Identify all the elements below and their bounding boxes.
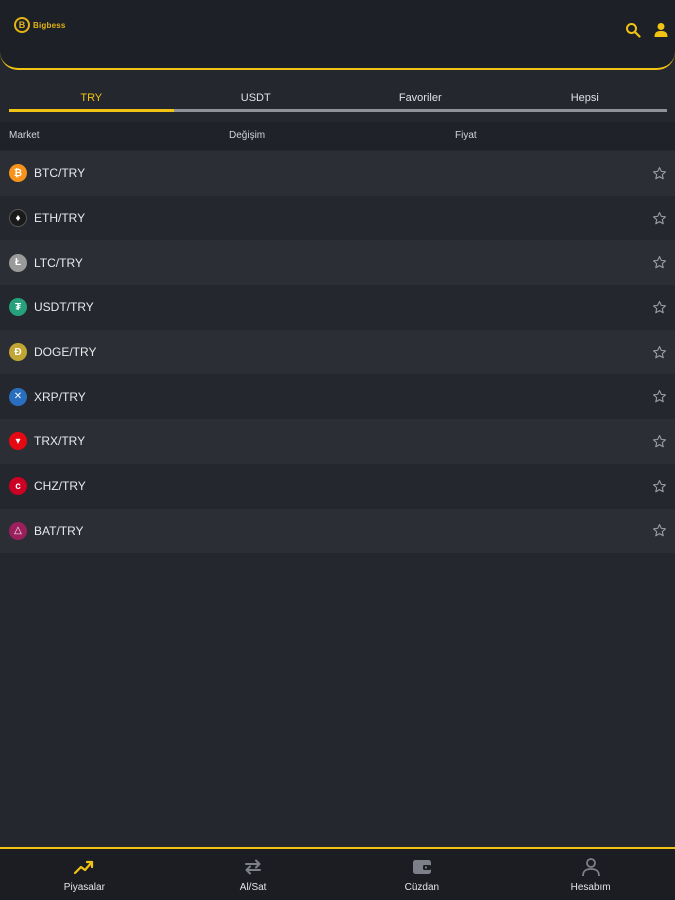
market-tabs: TRY USDT Favoriler Hepsi (9, 86, 667, 112)
trending-up-icon (74, 860, 94, 875)
market-row[interactable]: ✕ XRP/TRY (0, 374, 675, 420)
market-row[interactable]: Ð DOGE/TRY (0, 329, 675, 375)
favorite-star-icon[interactable] (652, 389, 667, 404)
bottom-nav: Piyasalar Al/Sat Cüzdan Hesabım (0, 847, 675, 900)
favorite-star-icon[interactable] (652, 211, 667, 226)
favorite-star-icon[interactable] (652, 434, 667, 449)
market-row[interactable]: △ BAT/TRY (0, 508, 675, 554)
coin-icon: ▾ (9, 432, 27, 451)
favorite-star-icon[interactable] (652, 345, 667, 360)
app-header: B Bigbess (0, 0, 675, 70)
market-list: ₿ BTC/TRY ♦ ETH/TRY Ł LTC/TRY ₮ USDT/TRY Ð DOGE/T… (0, 151, 675, 554)
market-pair: BTC/TRY (34, 166, 86, 181)
column-price[interactable]: Fiyat (455, 130, 477, 141)
favorite-star-icon[interactable] (652, 300, 667, 315)
coin-icon: ✕ (9, 387, 27, 406)
market-pair: BAT/TRY (34, 523, 84, 538)
market-pair: DOGE/TRY (34, 345, 97, 360)
favorite-star-icon[interactable] (652, 166, 667, 181)
wallet-icon (412, 860, 431, 874)
nav-trade[interactable]: Al/Sat (169, 849, 338, 900)
logo-mark: B (14, 17, 30, 33)
coin-icon: Ł (9, 253, 27, 272)
coin-icon: △ (9, 521, 27, 540)
search-icon[interactable] (625, 22, 641, 38)
market-row[interactable]: c CHZ/TRY (0, 463, 675, 509)
coin-icon: c (9, 477, 27, 496)
nav-wallet[interactable]: Cüzdan (338, 849, 507, 900)
tab-usdt[interactable]: USDT (174, 86, 339, 109)
market-row[interactable]: Ł LTC/TRY (0, 240, 675, 286)
nav-account-label: Hesabım (570, 882, 611, 893)
market-row[interactable]: ♦ ETH/TRY (0, 195, 675, 241)
nav-trade-label: Al/Sat (239, 882, 267, 893)
swap-icon (245, 859, 262, 875)
user-icon[interactable] (653, 22, 669, 38)
account-icon (581, 858, 600, 877)
favorite-star-icon[interactable] (652, 255, 667, 270)
tab-favorites[interactable]: Favoriler (338, 86, 503, 109)
market-pair: TRX/TRY (34, 434, 86, 449)
market-row[interactable]: ₿ BTC/TRY (0, 151, 675, 196)
coin-icon: Ð (9, 343, 27, 362)
coin-icon: ♦ (9, 209, 27, 228)
market-pair: USDT/TRY (34, 300, 94, 315)
nav-account[interactable]: Hesabım (506, 849, 675, 900)
column-header: Market Değişim Fiyat (0, 122, 675, 150)
market-row[interactable]: ▾ TRX/TRY (0, 419, 675, 464)
column-market[interactable]: Market (9, 130, 40, 141)
favorite-star-icon[interactable] (652, 479, 667, 494)
market-pair: LTC/TRY (34, 255, 83, 270)
market-pair: ETH/TRY (34, 211, 86, 226)
coin-icon: ₮ (9, 298, 27, 317)
column-change[interactable]: Değişim (229, 130, 265, 141)
tab-try[interactable]: TRY (9, 86, 174, 112)
nav-markets[interactable]: Piyasalar (0, 849, 169, 900)
logo[interactable]: B Bigbess (14, 16, 66, 34)
market-pair: XRP/TRY (34, 389, 86, 404)
market-row[interactable]: ₮ USDT/TRY (0, 285, 675, 330)
nav-wallet-label: Cüzdan (404, 882, 440, 893)
market-pair: CHZ/TRY (34, 479, 86, 494)
coin-icon: ₿ (9, 164, 27, 183)
logo-text: Bigbess (33, 20, 66, 30)
tab-all[interactable]: Hepsi (503, 86, 668, 109)
favorite-star-icon[interactable] (652, 523, 667, 538)
nav-markets-label: Piyasalar (63, 882, 105, 893)
